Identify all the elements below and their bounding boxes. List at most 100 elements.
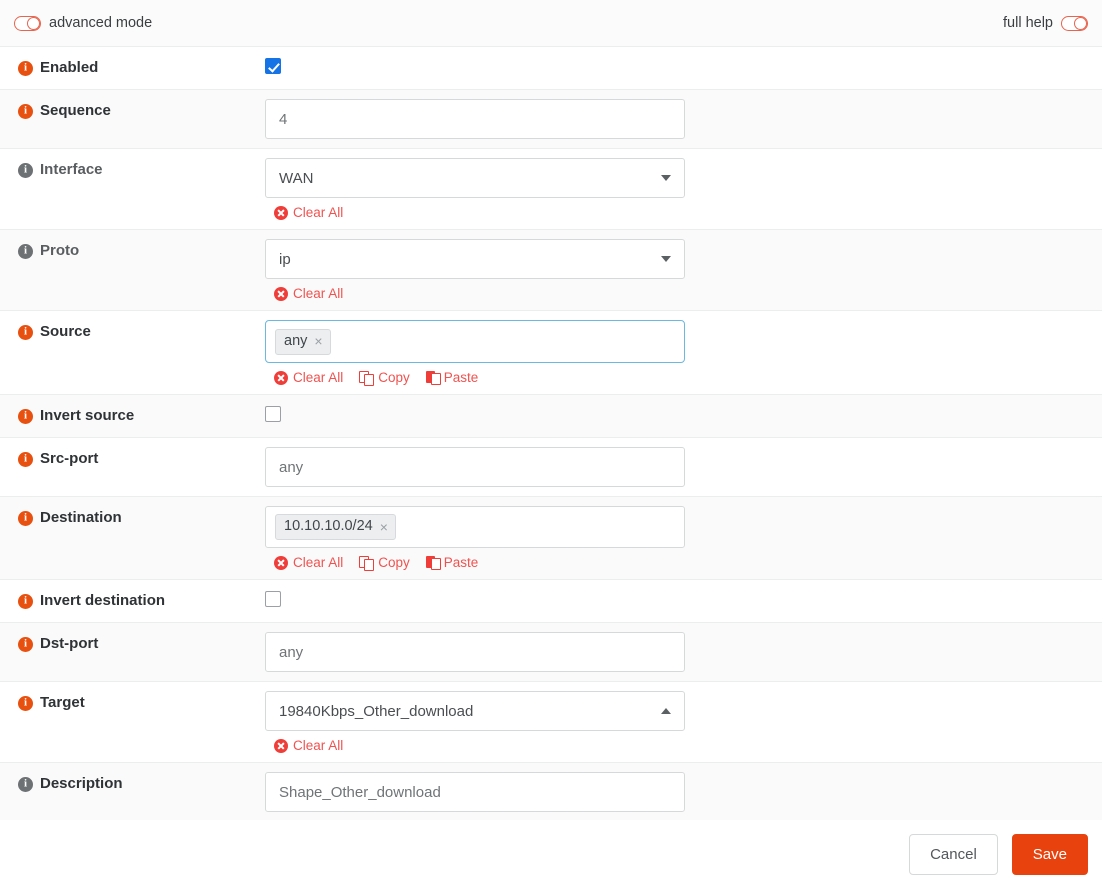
clear-all-button[interactable]: Clear All [274,738,343,753]
copy-icon [359,555,374,571]
label-cell-invert-destination: i Invert destination [0,580,265,622]
form-row-dst-port: i Dst-port any [0,623,1102,682]
proto-actions: Clear All [265,286,1088,301]
form-row-invert-source: i Invert source [0,395,1102,438]
paste-icon [425,371,441,385]
paste-button[interactable]: Paste [425,555,478,570]
dst-port-input[interactable]: any [265,632,685,672]
clear-all-button[interactable]: Clear All [274,286,343,301]
field-label: Proto [40,242,80,259]
info-icon[interactable]: i [18,452,33,467]
field-label: Enabled [40,59,99,76]
src-port-value: any [279,458,304,476]
source-tokenfield[interactable]: any × [265,320,685,363]
info-icon[interactable]: i [18,511,33,526]
form-topbar: advanced mode full help [0,0,1102,47]
source-actions: Clear All Copy Paste [265,370,1088,386]
target-select[interactable]: 19840Kbps_Other_download [265,691,685,731]
info-icon[interactable]: i [18,61,33,76]
proto-select[interactable]: ip [265,239,685,279]
info-icon[interactable]: i [18,696,33,711]
proto-selected-value: ip [279,250,291,268]
destination-actions: Clear All Copy Paste [265,555,1088,571]
form-row-interface: i Interface WAN Clear All [0,149,1102,230]
field-label: Description [40,775,123,792]
field-label: Invert destination [40,592,166,609]
clear-all-button[interactable]: Clear All [274,205,343,220]
copy-button[interactable]: Copy [359,555,410,571]
sequence-value: 4 [279,110,288,128]
paste-icon [425,556,441,570]
copy-label: Copy [378,370,410,385]
cancel-button[interactable]: Cancel [909,834,998,875]
copy-label: Copy [378,555,410,570]
label-cell-target: i Target [0,682,265,724]
value-cell-target: 19840Kbps_Other_download Clear All [265,682,1102,762]
destination-chip-label: 10.10.10.0/24 [284,518,373,534]
value-cell-invert-source [265,395,1102,436]
paste-button[interactable]: Paste [425,370,479,385]
field-label: Sequence [40,102,111,119]
advanced-mode-toggle[interactable]: advanced mode [14,15,152,31]
clear-icon [274,738,288,753]
form-row-description: i Description Shape_Other_download [0,763,1102,822]
form-row-destination: i Destination 10.10.10.0/24 × Clear All [0,497,1102,580]
chevron-down-icon[interactable] [661,256,671,262]
info-icon[interactable]: i [18,594,33,609]
value-cell-src-port: any [265,438,1102,496]
target-actions: Clear All [265,738,1088,753]
label-cell-description: i Description [0,763,265,805]
info-icon[interactable]: i [18,163,33,178]
value-cell-dst-port: any [265,623,1102,681]
form-row-target: i Target 19840Kbps_Other_download Clear … [0,682,1102,763]
full-help-label: full help [1003,15,1053,31]
info-icon[interactable]: i [18,244,33,259]
info-icon[interactable]: i [18,777,33,792]
traffic-shaper-rule-form: advanced mode full help i Enabled i Sequ… [0,0,1102,889]
clear-all-button[interactable]: Clear All [274,370,343,385]
toggle-pill-icon[interactable] [14,15,41,31]
paste-label: Paste [443,370,479,385]
clear-all-label: Clear All [293,738,344,753]
clear-icon [274,555,288,570]
clear-icon [274,205,288,220]
value-cell-invert-destination [265,580,1102,621]
chip-remove-icon[interactable]: × [314,334,322,348]
info-icon[interactable]: i [18,409,33,424]
dst-port-value: any [279,643,304,661]
destination-tokenfield[interactable]: 10.10.10.0/24 × [265,506,685,548]
chevron-down-icon[interactable] [661,175,671,181]
label-cell-invert-source: i Invert source [0,395,265,437]
form-row-source: i Source any × Clear All Copy Paste [0,311,1102,395]
clear-all-label: Clear All [293,555,344,570]
interface-select[interactable]: WAN [265,158,685,198]
form-row-proto: i Proto ip Clear All [0,230,1102,311]
value-cell-source: any × Clear All Copy Paste [265,311,1102,394]
invert-destination-checkbox[interactable] [265,591,281,607]
save-button[interactable]: Save [1011,834,1088,875]
invert-source-checkbox[interactable] [265,406,281,422]
destination-chip[interactable]: 10.10.10.0/24 × [275,514,396,540]
chip-remove-icon[interactable]: × [380,520,388,534]
full-help-toggle[interactable]: full help [1003,15,1088,31]
value-cell-proto: ip Clear All [265,230,1102,310]
toggle-pill-icon[interactable] [1061,15,1088,31]
info-icon[interactable]: i [18,104,33,119]
info-icon[interactable]: i [18,637,33,652]
label-cell-dst-port: i Dst-port [0,623,265,665]
chevron-up-icon[interactable] [661,708,671,714]
source-chip[interactable]: any × [275,328,331,355]
copy-button[interactable]: Copy [359,370,410,386]
clear-all-button[interactable]: Clear All [274,555,343,570]
sequence-input[interactable]: 4 [265,99,685,139]
field-label: Interface [40,161,103,178]
form-row-invert-destination: i Invert destination [0,580,1102,623]
label-cell-source: i Source [0,311,265,353]
enabled-checkbox[interactable] [265,58,281,74]
value-cell-destination: 10.10.10.0/24 × Clear All Copy Paste [265,497,1102,579]
src-port-input[interactable]: any [265,447,685,487]
field-label: Dst-port [40,635,99,652]
info-icon[interactable]: i [18,325,33,340]
description-input[interactable]: Shape_Other_download [265,772,685,812]
field-label: Destination [40,509,122,526]
